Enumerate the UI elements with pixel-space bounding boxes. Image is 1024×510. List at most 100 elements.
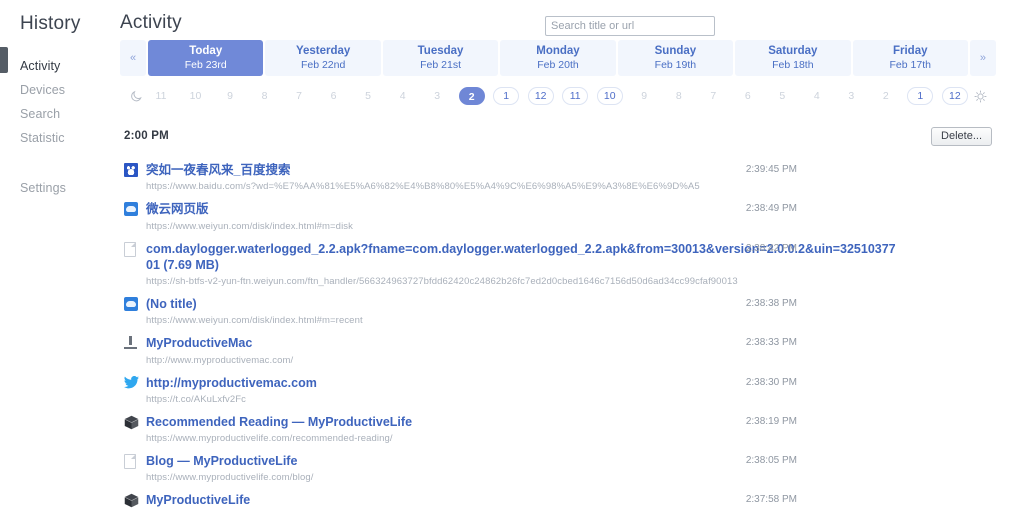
hour-label: 10 xyxy=(604,90,616,102)
hour-label: 5 xyxy=(365,90,371,102)
history-row[interactable]: 突如一夜春风来_百度搜索https://www.baidu.com/s?wd=%… xyxy=(124,158,992,197)
hour-label: 1 xyxy=(503,90,509,102)
baidu-glyph xyxy=(124,163,138,177)
hour-cell-13[interactable]: 10 xyxy=(597,87,623,105)
sidebar-item-activity[interactable]: Activity xyxy=(0,54,116,78)
day-tab-saturday[interactable]: Saturday Feb 18th xyxy=(735,40,850,76)
history-list: 突如一夜春风来_百度搜索https://www.baidu.com/s?wd=%… xyxy=(120,158,996,510)
hour-cell-18[interactable]: 5 xyxy=(769,87,795,105)
history-row[interactable]: 微云网页版https://www.weiyun.com/disk/index.h… xyxy=(124,197,992,236)
hour-cell-10[interactable]: 1 xyxy=(493,87,519,105)
delete-button[interactable]: Delete... xyxy=(931,127,992,146)
hour-cell-22[interactable]: 1 xyxy=(907,87,933,105)
history-row-body: Blog — MyProductiveLifehttps://www.mypro… xyxy=(146,453,992,483)
history-url: https://www.baidu.com/s?wd=%E7%AA%81%E5%… xyxy=(146,181,902,192)
history-row-body: (No title)https://www.weiyun.com/disk/in… xyxy=(146,296,992,326)
day-name: Sunday xyxy=(655,45,697,58)
history-row-body: MyProductiveMachttp://www.myproductivema… xyxy=(146,335,992,365)
sidebar-item-devices[interactable]: Devices xyxy=(0,78,116,102)
day-tab-sunday[interactable]: Sunday Feb 19th xyxy=(618,40,733,76)
hour-cell-8[interactable]: 3 xyxy=(424,87,450,105)
twitter-glyph xyxy=(124,376,139,389)
hour-cell-17[interactable]: 6 xyxy=(735,87,761,105)
hour-cell-0[interactable]: 11 xyxy=(148,87,174,105)
hour-label: 9 xyxy=(227,90,233,102)
hour-cell-3[interactable]: 8 xyxy=(252,87,278,105)
hour-label: 4 xyxy=(814,90,820,102)
history-timestamp: 2:38:05 PM xyxy=(746,455,797,466)
history-url: https://www.weiyun.com/disk/index.html#m… xyxy=(146,221,902,232)
day-date: Feb 22nd xyxy=(301,59,345,71)
hour-label: 9 xyxy=(641,90,647,102)
weiyun-glyph xyxy=(124,297,138,311)
hour-label: 1 xyxy=(917,90,923,102)
history-row[interactable]: (No title)https://www.weiyun.com/disk/in… xyxy=(124,292,992,331)
sidebar-item-statistic[interactable]: Statistic xyxy=(0,126,116,150)
history-row[interactable]: MyProductiveLifehttps://www.myproductive… xyxy=(124,488,992,510)
history-app: History Activity Devices Search Statisti… xyxy=(0,0,1024,510)
hour-label: 7 xyxy=(710,90,716,102)
hour-cell-14[interactable]: 9 xyxy=(631,87,657,105)
hour-cell-23[interactable]: 12 xyxy=(942,87,968,105)
history-url: https://www.myproductivelife.com/recomme… xyxy=(146,433,902,444)
prev-days-button[interactable]: « xyxy=(120,40,146,76)
hour-cell-9[interactable]: 2 xyxy=(459,87,485,105)
sidebar-item-settings[interactable]: Settings xyxy=(0,176,116,200)
history-row-body: 突如一夜春风来_百度搜索https://www.baidu.com/s?wd=%… xyxy=(146,162,992,192)
hour-label: 6 xyxy=(745,90,751,102)
hour-cell-20[interactable]: 3 xyxy=(838,87,864,105)
history-row[interactable]: Recommended Reading — MyProductiveLifeht… xyxy=(124,410,992,449)
hour-cell-2[interactable]: 9 xyxy=(217,87,243,105)
hour-label: 8 xyxy=(262,90,268,102)
hour-cell-4[interactable]: 7 xyxy=(286,87,312,105)
history-row-body: Recommended Reading — MyProductiveLifeht… xyxy=(146,414,992,444)
history-row[interactable]: MyProductiveMachttp://www.myproductivema… xyxy=(124,331,992,370)
hour-cell-16[interactable]: 7 xyxy=(700,87,726,105)
hour-cell-15[interactable]: 8 xyxy=(666,87,692,105)
history-timestamp: 2:38:30 PM xyxy=(746,377,797,388)
hour-label: 4 xyxy=(400,90,406,102)
history-row-body: com.daylogger.waterlogged_2.2.apk?fname=… xyxy=(146,241,992,288)
day-name: Today xyxy=(189,45,222,58)
day-tab-monday[interactable]: Monday Feb 20th xyxy=(500,40,615,76)
day-tab-yesterday[interactable]: Yesterday Feb 22nd xyxy=(265,40,380,76)
hour-cell-21[interactable]: 2 xyxy=(873,87,899,105)
sidebar-edge-handle[interactable] xyxy=(0,47,8,73)
page-title: Activity xyxy=(120,12,182,34)
hour-cell-19[interactable]: 4 xyxy=(804,87,830,105)
document-glyph xyxy=(124,454,136,469)
history-url: https://www.weiyun.com/disk/index.html#m… xyxy=(146,315,902,326)
history-url: http://www.myproductivemac.com/ xyxy=(146,355,902,366)
day-tab-tuesday[interactable]: Tuesday Feb 21st xyxy=(383,40,498,76)
anchor-glyph xyxy=(124,336,137,350)
hour-label: 10 xyxy=(190,90,202,102)
hour-label: 11 xyxy=(156,90,167,102)
section-header: 2:00 PM Delete... xyxy=(120,125,996,147)
history-url: https://t.co/AKuLxfv2Fc xyxy=(146,394,902,405)
hour-cell-12[interactable]: 11 xyxy=(562,87,588,105)
day-tab-today[interactable]: Today Feb 23rd xyxy=(148,40,263,76)
hour-cell-5[interactable]: 6 xyxy=(321,87,347,105)
history-timestamp: 2:38:33 PM xyxy=(746,337,797,348)
search-input[interactable] xyxy=(545,16,715,36)
cube-glyph xyxy=(124,415,139,430)
hour-cell-11[interactable]: 12 xyxy=(528,87,554,105)
sidebar-item-search[interactable]: Search xyxy=(0,102,116,126)
hour-cell-1[interactable]: 10 xyxy=(183,87,209,105)
day-name: Yesterday xyxy=(296,45,350,58)
hour-label: 2 xyxy=(883,90,889,102)
hour-list: 111098765432112111098765432112 xyxy=(148,87,968,105)
hour-ruler: 111098765432112111098765432112 xyxy=(120,85,996,107)
next-days-button[interactable]: » xyxy=(970,40,996,76)
day-name: Monday xyxy=(536,45,579,58)
document-icon xyxy=(124,241,146,258)
hour-label: 2 xyxy=(469,91,475,103)
day-tab-friday[interactable]: Friday Feb 17th xyxy=(853,40,968,76)
history-row[interactable]: com.daylogger.waterlogged_2.2.apk?fname=… xyxy=(124,237,992,293)
day-name: Tuesday xyxy=(418,45,464,58)
hour-cell-7[interactable]: 4 xyxy=(390,87,416,105)
history-row[interactable]: http://myproductivemac.comhttps://t.co/A… xyxy=(124,371,992,410)
history-row[interactable]: Blog — MyProductiveLifehttps://www.mypro… xyxy=(124,449,992,488)
document-icon xyxy=(124,453,146,470)
hour-cell-6[interactable]: 5 xyxy=(355,87,381,105)
